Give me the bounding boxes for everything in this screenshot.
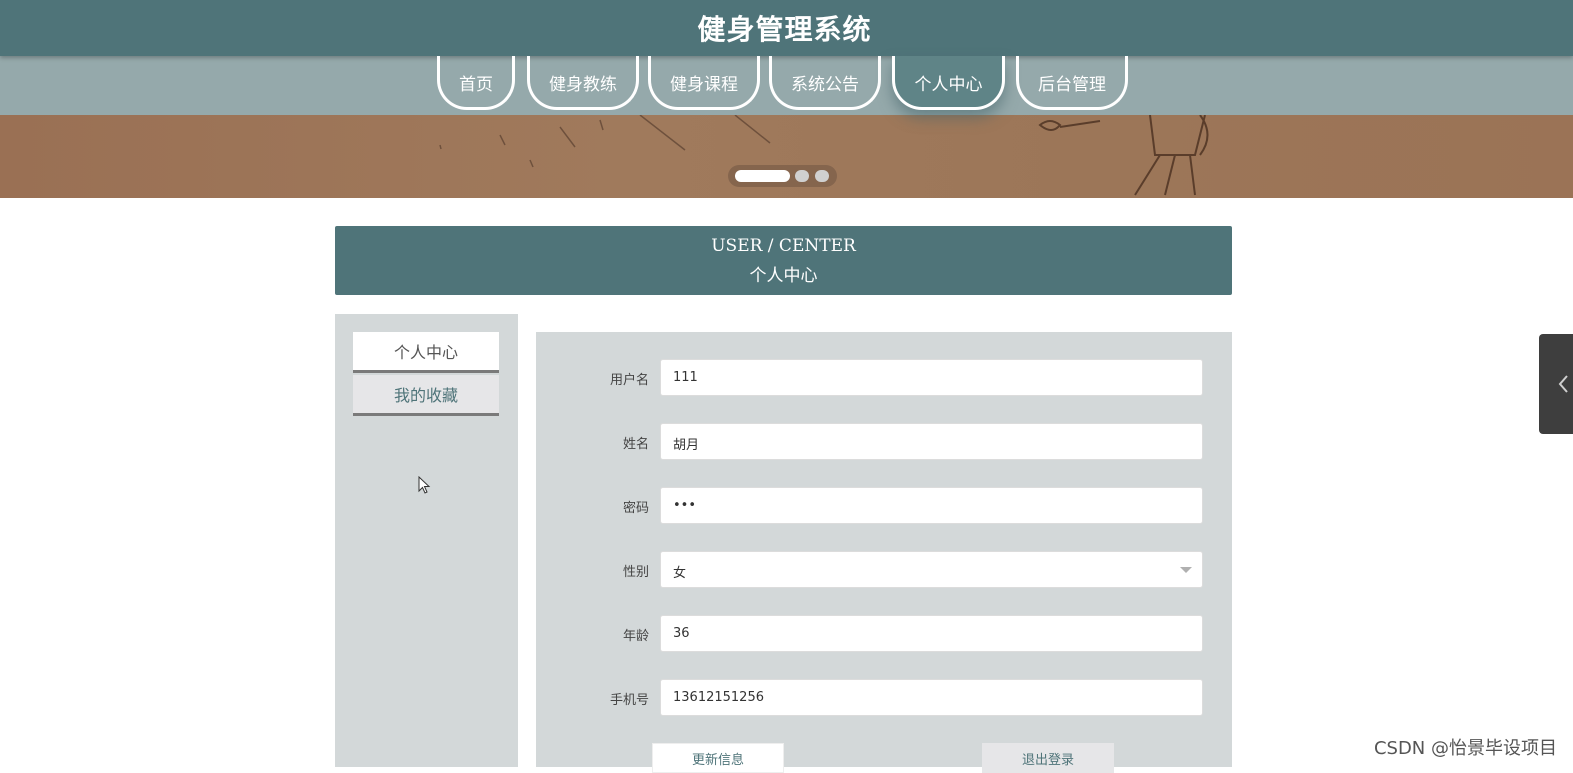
phone-input[interactable]: 13612151256 — [660, 679, 1203, 716]
mouse-cursor-icon — [418, 476, 431, 494]
gender-selected-value: 女 — [673, 566, 687, 581]
gender-select[interactable]: 女 — [660, 551, 1203, 588]
user-center-title-en: USER / CENTER — [711, 236, 856, 256]
username-label: 用户名 — [609, 373, 649, 388]
carousel-dot-3[interactable] — [815, 170, 829, 182]
site-title: 健身管理系统 — [697, 13, 872, 46]
chevron-down-icon — [1180, 567, 1192, 573]
password-label: 密码 — [622, 501, 649, 516]
side-drawer-toggle[interactable] — [1539, 334, 1573, 434]
form-row-username: 用户名 111 — [536, 359, 1232, 396]
form-row-name: 姓名 胡月 — [536, 423, 1232, 460]
chevron-left-icon — [1558, 375, 1568, 393]
logout-button[interactable]: 退出登录 — [982, 743, 1114, 773]
name-label: 姓名 — [622, 437, 649, 452]
user-center-title-cn: 个人中心 — [749, 266, 818, 286]
age-label: 年龄 — [622, 629, 649, 644]
sidebar: 个人中心 我的收藏 — [335, 314, 518, 767]
carousel-indicators — [728, 165, 837, 187]
top-header: 健身管理系统 — [0, 0, 1573, 56]
sidebar-item-favorites[interactable]: 我的收藏 — [353, 375, 499, 416]
phone-label: 手机号 — [609, 693, 649, 708]
age-input[interactable]: 36 — [660, 615, 1203, 652]
nav-item-announcements[interactable]: 系统公告 — [769, 56, 881, 110]
username-input[interactable]: 111 — [660, 359, 1203, 396]
nav-item-admin[interactable]: 后台管理 — [1016, 56, 1128, 110]
carousel-dot-2[interactable] — [795, 170, 809, 182]
form-row-password: 密码 ••• — [536, 487, 1232, 524]
sidebar-item-user-center[interactable]: 个人中心 — [353, 332, 499, 373]
update-info-button[interactable]: 更新信息 — [652, 743, 784, 773]
nav-item-home[interactable]: 首页 — [437, 56, 515, 110]
nav-item-coaches[interactable]: 健身教练 — [527, 56, 639, 110]
watermark: CSDN @怡景毕设项目 — [1373, 738, 1557, 759]
carousel-dot-1[interactable] — [735, 170, 790, 182]
name-input[interactable]: 胡月 — [660, 423, 1203, 460]
profile-form: 用户名 111 姓名 胡月 密码 ••• 性别 女 年龄 36 手机号 1361… — [536, 332, 1232, 767]
nav-item-user-center[interactable]: 个人中心 — [892, 56, 1005, 110]
form-row-gender: 性别 女 — [536, 551, 1232, 588]
password-input[interactable]: ••• — [660, 487, 1203, 524]
nav-item-courses[interactable]: 健身课程 — [648, 56, 760, 110]
user-center-header: USER / CENTER 个人中心 — [335, 226, 1232, 295]
gender-label: 性别 — [622, 565, 649, 580]
form-row-phone: 手机号 13612151256 — [536, 679, 1232, 716]
form-row-age: 年龄 36 — [536, 615, 1232, 652]
